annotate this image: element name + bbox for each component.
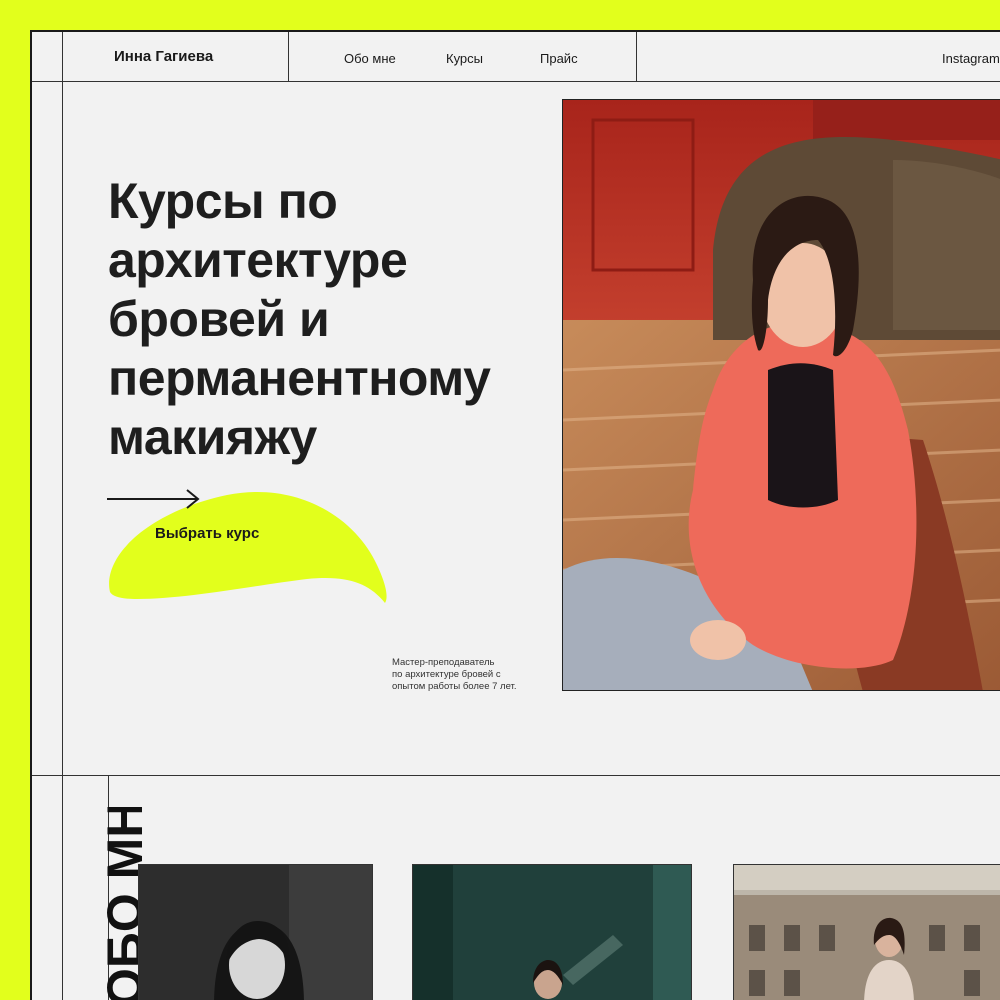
choose-course-button[interactable]: Выбрать курс bbox=[107, 487, 392, 607]
nav-courses[interactable]: Курсы bbox=[446, 51, 483, 66]
caption-line: Мастер-преподаватель bbox=[392, 657, 495, 668]
about-photo-city bbox=[733, 864, 1000, 1000]
header-divider bbox=[288, 32, 289, 82]
caption-line: по архитектуре бровей с bbox=[392, 669, 501, 680]
nav-instagram[interactable]: Instagram bbox=[942, 51, 1000, 66]
about-photo-bw bbox=[138, 864, 373, 1000]
header-divider bbox=[636, 32, 637, 82]
hero-title-line: Курсы по bbox=[108, 173, 338, 229]
brand-name[interactable]: Инна Гагиева bbox=[114, 48, 213, 65]
hero-title: Курсы по архитектуре бровей и перманентн… bbox=[108, 172, 628, 467]
hero-title-line: перманентному bbox=[108, 350, 491, 406]
hero-caption: Мастер-преподаватель по архитектуре бров… bbox=[392, 657, 552, 693]
hero-portrait-photo bbox=[562, 99, 1000, 691]
nav-price[interactable]: Прайс bbox=[540, 51, 578, 66]
cta-label: Выбрать курс bbox=[155, 525, 260, 542]
about-photo-green bbox=[412, 864, 692, 1000]
header: Инна Гагиева Обо мне Курсы Прайс Instagr… bbox=[32, 32, 1000, 82]
nav-about[interactable]: Обо мне bbox=[344, 51, 396, 66]
hero-title-line: макияжу bbox=[108, 409, 317, 465]
hero-title-line: бровей и bbox=[108, 291, 330, 347]
arrow-right-icon bbox=[107, 489, 200, 509]
left-rail-line bbox=[62, 32, 63, 1000]
section-divider bbox=[32, 775, 1000, 776]
landing-page: Инна Гагиева Обо мне Курсы Прайс Instagr… bbox=[30, 30, 1000, 1000]
hero-title-line: архитектуре bbox=[108, 232, 408, 288]
caption-line: опытом работы более 7 лет. bbox=[392, 681, 517, 692]
